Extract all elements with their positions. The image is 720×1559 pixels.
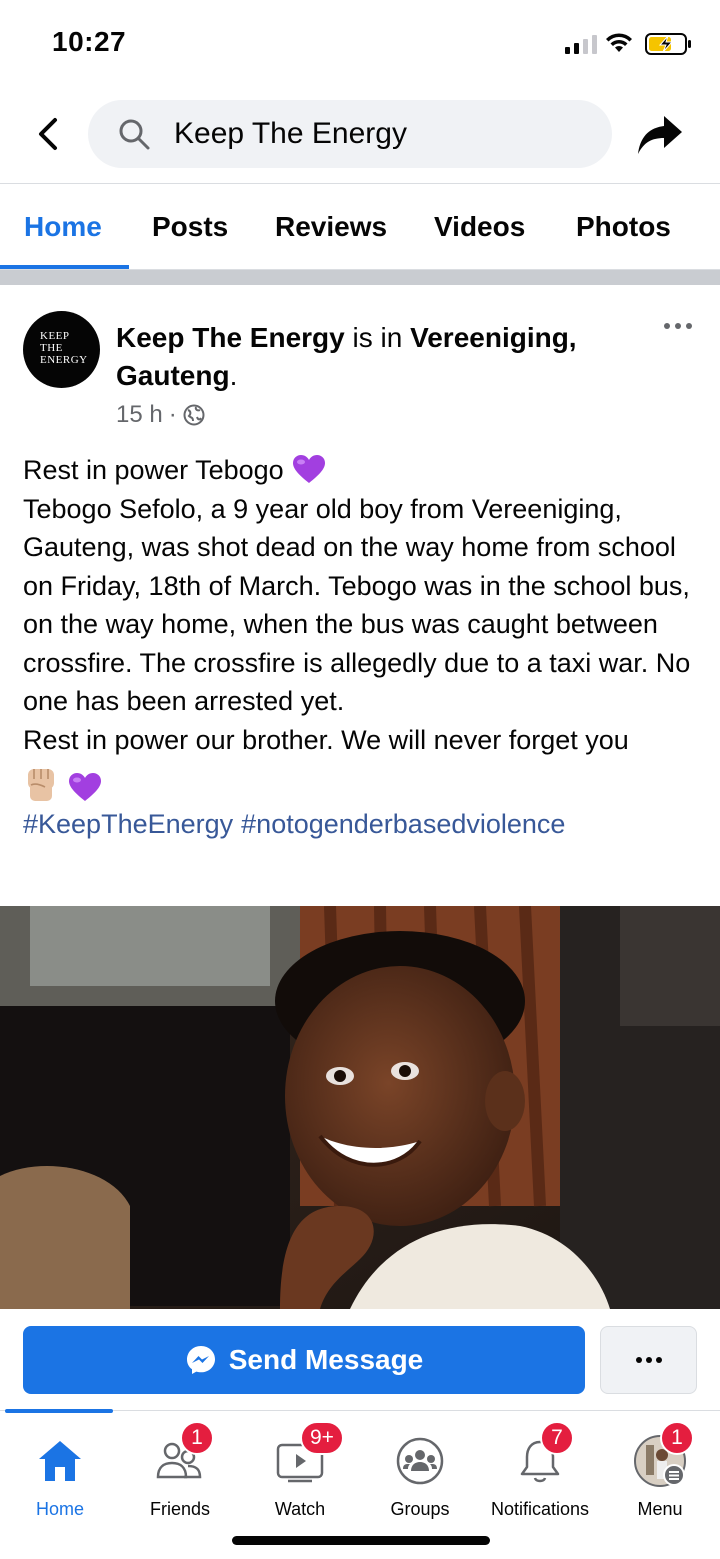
menu-badge: 1 <box>660 1421 694 1455</box>
send-message-button[interactable]: Send Message <box>23 1326 585 1394</box>
avatar-logo-line: KEEP <box>40 330 70 342</box>
nav-groups-label: Groups <box>390 1499 450 1519</box>
post-text-opening: Rest in power Tebogo <box>23 455 284 485</box>
post-text-closing: Rest in power our brother. We will never… <box>23 724 629 755</box>
page-avatar[interactable]: KEEP THE ENERGY <box>23 311 100 388</box>
post-meta: 15 h · <box>116 401 205 429</box>
cta-bar: Send Message <box>0 1310 720 1410</box>
post-author-link[interactable]: Keep The Energy <box>116 322 345 353</box>
home-icon <box>39 1441 81 1481</box>
cellular-signal-icon <box>565 34 597 54</box>
watch-badge: 9+ <box>300 1421 344 1455</box>
avatar-logo-line: THE <box>40 342 63 354</box>
post-title: Keep The Energy is in Vereeniging, Gaute… <box>116 319 636 395</box>
status-time: 10:27 <box>52 26 127 57</box>
home-indicator <box>232 1536 490 1545</box>
nav-watch-label: Watch <box>274 1499 326 1519</box>
post-emoji-line <box>23 759 703 805</box>
send-message-label: Send Message <box>228 1344 424 1375</box>
wifi-icon <box>606 33 632 52</box>
post-hashtags: #KeepTheEnergy #notogenderbasedviolence <box>23 805 703 844</box>
notifications-badge: 7 <box>540 1421 574 1455</box>
globe-icon <box>183 404 205 426</box>
status-bar: 10:27 <box>0 0 720 90</box>
nav-groups[interactable]: Groups <box>360 1425 480 1525</box>
more-actions-button[interactable] <box>600 1326 697 1394</box>
meta-separator: · <box>168 401 177 428</box>
post-photo[interactable] <box>0 906 720 1309</box>
friends-badge: 1 <box>180 1421 214 1455</box>
tab-reviews[interactable]: Reviews <box>275 211 387 243</box>
post-timestamp[interactable]: 15 h <box>116 401 163 429</box>
post-text-paragraph: Tebogo Sefolo, a 9 year old boy from Ver… <box>23 493 691 717</box>
groups-icon <box>396 1437 444 1485</box>
tab-photos[interactable]: Photos <box>576 211 671 243</box>
raised-fist-icon <box>28 769 54 801</box>
nav-friends-label: Friends <box>149 1499 211 1519</box>
nav-home[interactable]: Home <box>0 1425 120 1525</box>
post-body: Rest in power Tebogo Tebogo Sefolo, a 9 … <box>23 451 703 844</box>
nav-notifications-label: Notifications <box>490 1499 590 1519</box>
nav-menu-label: Menu <box>637 1499 683 1519</box>
back-arrow-icon <box>39 118 57 150</box>
search-icon <box>119 119 150 150</box>
avatar-logo-line: ENERGY <box>40 354 88 366</box>
page-tabs: Home Posts Reviews Videos Photos <box>0 185 720 269</box>
search-header: Keep The Energy <box>0 90 720 184</box>
tab-home[interactable]: Home <box>24 211 102 243</box>
post-title-connector: is in <box>344 322 411 353</box>
nav-home-label: Home <box>35 1499 84 1519</box>
messenger-icon <box>186 1346 215 1374</box>
active-nav-indicator <box>5 1409 113 1413</box>
nav-friends[interactable]: 1 Friends <box>120 1421 240 1525</box>
battery-charging-icon <box>645 33 691 55</box>
tab-posts[interactable]: Posts <box>152 211 228 243</box>
hashtag-link[interactable]: #KeepTheEnergy <box>23 809 233 839</box>
post-text-line: Rest in power Tebogo <box>23 451 703 490</box>
purple-heart-icon <box>293 455 326 483</box>
share-arrow-icon <box>638 116 682 154</box>
nav-menu[interactable]: 1 Menu <box>600 1421 720 1525</box>
hashtag-link[interactable]: #notogenderbasedviolence <box>241 809 565 839</box>
tab-videos[interactable]: Videos <box>434 211 525 243</box>
nav-watch[interactable]: 9+ Watch <box>240 1421 360 1525</box>
post-title-period: . <box>229 360 238 391</box>
nav-notifications[interactable]: 7 Notifications <box>480 1421 600 1525</box>
post-options-button[interactable] <box>664 323 692 329</box>
search-query[interactable]: Keep The Energy <box>174 117 407 151</box>
share-button[interactable] <box>634 110 686 160</box>
back-button[interactable] <box>28 112 68 156</box>
purple-heart-icon <box>68 773 101 801</box>
search-field[interactable]: Keep The Energy <box>88 100 612 168</box>
boy-portrait-image <box>0 906 720 1309</box>
section-divider <box>0 269 720 285</box>
